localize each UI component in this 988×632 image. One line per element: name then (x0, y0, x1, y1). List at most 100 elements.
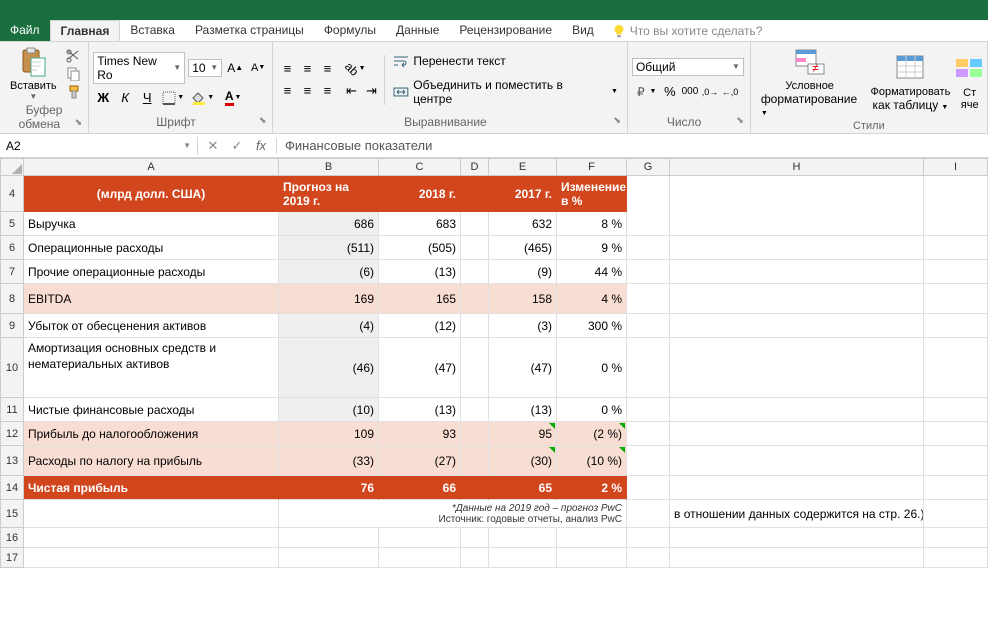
row-header-7[interactable]: 7 (0, 260, 24, 284)
cell[interactable] (924, 548, 988, 568)
cell[interactable] (627, 314, 670, 338)
cell[interactable]: (27) (379, 446, 461, 476)
cell[interactable]: (47) (489, 338, 557, 398)
cell[interactable] (461, 422, 489, 446)
align-right-button[interactable]: ≡ (317, 81, 337, 101)
cell[interactable] (461, 476, 489, 500)
cell[interactable]: 93 (379, 422, 461, 446)
tab-review[interactable]: Рецензирование (449, 20, 562, 41)
select-all-corner[interactable] (0, 158, 24, 176)
italic-button[interactable]: К (115, 88, 135, 108)
cell[interactable]: (2 %) (557, 422, 627, 446)
cell[interactable] (461, 260, 489, 284)
cell[interactable] (670, 236, 924, 260)
cell[interactable]: 169 (279, 284, 379, 314)
cell[interactable]: (6) (279, 260, 379, 284)
tab-view[interactable]: Вид (562, 20, 604, 41)
cell[interactable]: 4 % (557, 284, 627, 314)
cell[interactable]: (511) (279, 236, 379, 260)
row-header-11[interactable]: 11 (0, 398, 24, 422)
cut-button[interactable] (66, 49, 82, 63)
cell[interactable] (670, 398, 924, 422)
cell[interactable]: (10 %) (557, 446, 627, 476)
cell[interactable] (670, 212, 924, 236)
col-header-A[interactable]: A (24, 158, 279, 176)
col-header-C[interactable]: C (379, 158, 461, 176)
font-color-button[interactable]: A▼ (219, 88, 247, 108)
cell[interactable] (924, 338, 988, 398)
percent-format-button[interactable]: % (660, 82, 680, 102)
align-bottom-button[interactable]: ≡ (317, 59, 337, 79)
cell[interactable]: (13) (379, 260, 461, 284)
cell[interactable] (924, 528, 988, 548)
cell[interactable] (627, 476, 670, 500)
cell[interactable]: (505) (379, 236, 461, 260)
cell[interactable] (627, 338, 670, 398)
cell[interactable] (924, 476, 988, 500)
align-top-button[interactable]: ≡ (277, 59, 297, 79)
cell[interactable] (379, 528, 461, 548)
cell[interactable] (924, 212, 988, 236)
cell[interactable] (557, 528, 627, 548)
cell[interactable]: Чистая прибыль (24, 476, 279, 500)
cell[interactable]: (465) (489, 236, 557, 260)
number-dialog-launcher[interactable]: ⬊ (736, 115, 744, 126)
increase-indent-button[interactable]: ⇥ (361, 81, 381, 101)
cell[interactable]: 632 (489, 212, 557, 236)
row-header-4[interactable]: 4 (0, 176, 24, 212)
cell[interactable]: 2 % (557, 476, 627, 500)
cell[interactable] (627, 260, 670, 284)
cell[interactable]: в отношении данных содержится на стр. 26… (670, 500, 924, 528)
tab-data[interactable]: Данные (386, 20, 449, 41)
orientation-button[interactable]: ab▼ (341, 59, 369, 79)
cell[interactable] (24, 528, 279, 548)
cell[interactable]: Убыток от обесценения активов (24, 314, 279, 338)
cell[interactable] (627, 548, 670, 568)
cell[interactable] (670, 422, 924, 446)
col-header-F[interactable]: F (557, 158, 627, 176)
cell[interactable] (461, 176, 489, 212)
cell[interactable]: 0 % (557, 398, 627, 422)
cell[interactable]: (33) (279, 446, 379, 476)
cell[interactable] (627, 398, 670, 422)
row-header-10[interactable]: 10 (0, 338, 24, 398)
cell[interactable]: (46) (279, 338, 379, 398)
cancel-formula-button[interactable]: ✕ (204, 138, 222, 154)
cell[interactable]: (13) (379, 398, 461, 422)
cell[interactable]: Операционные расходы (24, 236, 279, 260)
cell[interactable]: 2017 г. (489, 176, 557, 212)
cell[interactable]: 109 (279, 422, 379, 446)
cell[interactable] (461, 314, 489, 338)
cell[interactable] (24, 500, 279, 528)
cell[interactable]: 158 (489, 284, 557, 314)
cell[interactable] (461, 548, 489, 568)
cell[interactable] (489, 548, 557, 568)
cell[interactable]: EBITDA (24, 284, 279, 314)
cell[interactable]: 44 % (557, 260, 627, 284)
cell[interactable] (670, 260, 924, 284)
row-header-15[interactable]: 15 (0, 500, 24, 528)
cell[interactable] (627, 422, 670, 446)
row-header-17[interactable]: 17 (0, 548, 24, 568)
cell[interactable] (627, 528, 670, 548)
cell[interactable] (461, 338, 489, 398)
cell[interactable] (924, 398, 988, 422)
align-center-button[interactable]: ≡ (297, 81, 317, 101)
col-header-H[interactable]: H (670, 158, 924, 176)
cell[interactable] (461, 212, 489, 236)
merge-center-button[interactable]: Объединить и поместить в центре ▼ (388, 76, 623, 108)
format-as-table-button[interactable]: Форматировать как таблицу ▼ (864, 50, 956, 114)
tab-insert[interactable]: Вставка (120, 20, 185, 41)
col-header-I[interactable]: I (924, 158, 988, 176)
cell[interactable] (924, 500, 988, 528)
underline-button[interactable]: Ч (137, 88, 157, 108)
cell[interactable]: (3) (489, 314, 557, 338)
tab-layout[interactable]: Разметка страницы (185, 20, 314, 41)
cell[interactable] (627, 176, 670, 212)
font-name-combo[interactable]: Times New Ro▼ (93, 52, 185, 84)
cell[interactable]: 683 (379, 212, 461, 236)
cell[interactable]: 2018 г. (379, 176, 461, 212)
tab-formulas[interactable]: Формулы (314, 20, 386, 41)
copy-button[interactable] (66, 67, 82, 81)
cell[interactable] (279, 548, 379, 568)
